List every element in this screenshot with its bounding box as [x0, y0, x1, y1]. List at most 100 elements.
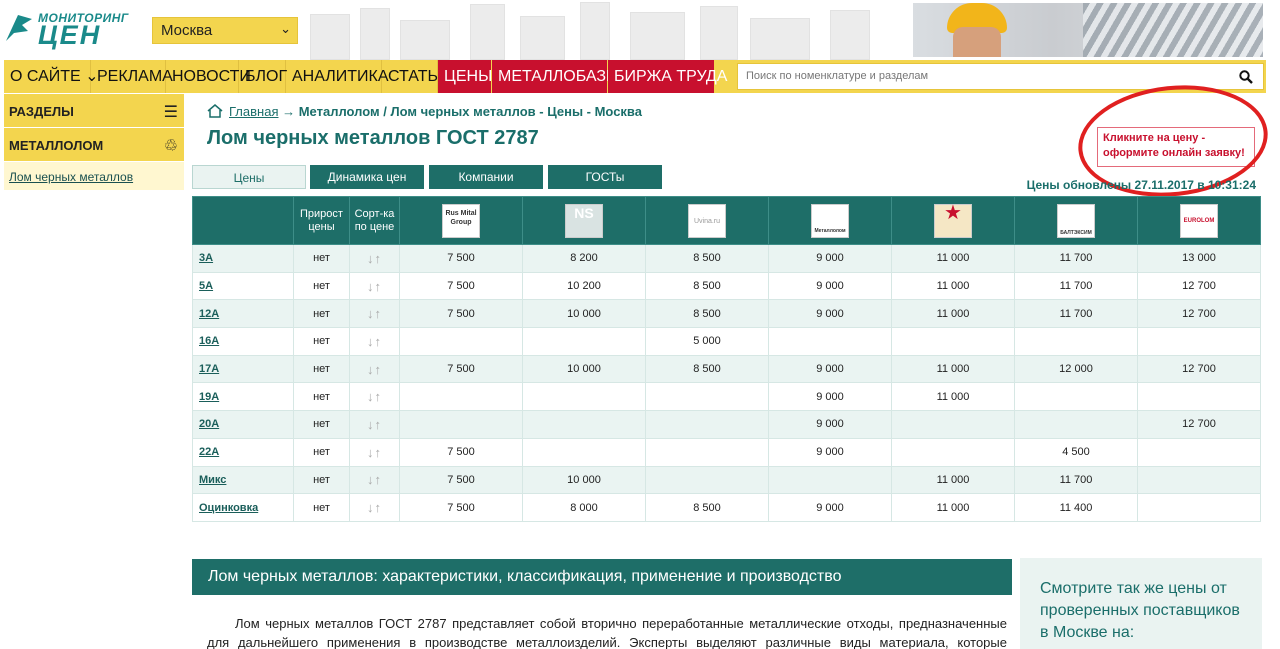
price-cell[interactable]: 11 000: [891, 244, 1015, 273]
tab-companies[interactable]: Компании: [429, 165, 543, 189]
price-cell[interactable]: 11 700: [1014, 299, 1138, 329]
price-cell[interactable]: 8 200: [522, 244, 646, 273]
price-cell[interactable]: 8 500: [645, 354, 769, 384]
price-cell[interactable]: [1137, 465, 1261, 495]
price-cell[interactable]: 7 500: [399, 299, 523, 329]
price-cell[interactable]: [891, 327, 1015, 356]
sidebar-item-ferrous-scrap[interactable]: Лом черных металлов: [4, 162, 184, 190]
tab-gosts[interactable]: ГОСТы: [548, 165, 662, 189]
price-cell[interactable]: 10 000: [522, 299, 646, 329]
price-cell[interactable]: 11 700: [1014, 465, 1138, 495]
price-cell[interactable]: 8 500: [645, 244, 769, 273]
price-cell[interactable]: 11 700: [1014, 244, 1138, 273]
price-cell[interactable]: 11 000: [891, 382, 1015, 412]
price-cell[interactable]: [522, 410, 646, 439]
city-select[interactable]: Москва ⌄: [152, 17, 298, 44]
price-cell[interactable]: 7 500: [399, 493, 523, 522]
price-cell[interactable]: 9 000: [768, 244, 892, 273]
sort-arrows-icon[interactable]: ↓↑: [349, 437, 400, 467]
price-cell[interactable]: [522, 437, 646, 467]
price-cell[interactable]: 10 000: [522, 354, 646, 384]
price-cell[interactable]: 12 700: [1137, 354, 1261, 384]
tab-prices[interactable]: Цены: [192, 165, 306, 189]
price-cell[interactable]: 8 000: [522, 493, 646, 522]
breadcrumb-home-link[interactable]: Главная: [229, 104, 278, 119]
grade-link[interactable]: 17А: [199, 363, 219, 375]
price-cell[interactable]: 12 700: [1137, 271, 1261, 301]
price-cell[interactable]: [1137, 327, 1261, 356]
company-logo[interactable]: Металлолом: [768, 196, 892, 245]
price-cell[interactable]: 11 400: [1014, 493, 1138, 522]
site-logo[interactable]: МОНИТОРИНГ ЦЕН: [4, 8, 146, 49]
price-cell[interactable]: 4 500: [1014, 437, 1138, 467]
header-sort[interactable]: Сорт-ка по цене: [349, 196, 400, 245]
sort-arrows-icon[interactable]: ↓↑: [349, 465, 400, 495]
grade-link[interactable]: Микс: [199, 474, 226, 486]
company-logo[interactable]: БАЛТЭКСИМ: [1014, 196, 1138, 245]
nav-item-blog[interactable]: БЛОГ: [239, 60, 287, 93]
sort-arrows-icon[interactable]: ↓↑: [349, 327, 400, 356]
price-cell[interactable]: [1014, 327, 1138, 356]
price-cell[interactable]: 7 500: [399, 271, 523, 301]
price-cell[interactable]: 12 700: [1137, 299, 1261, 329]
price-cell[interactable]: [399, 410, 523, 439]
company-logo[interactable]: Uvina.ru: [645, 196, 769, 245]
price-cell[interactable]: 11 000: [891, 271, 1015, 301]
nav-item-news[interactable]: НОВОСТИ: [166, 60, 251, 93]
price-cell[interactable]: 9 000: [768, 437, 892, 467]
price-cell[interactable]: 9 000: [768, 410, 892, 439]
price-cell[interactable]: [522, 327, 646, 356]
nav-item-articles[interactable]: СТАТЬИ: [382, 60, 449, 93]
price-cell[interactable]: 11 000: [891, 299, 1015, 329]
nav-item-prices[interactable]: ЦЕНЫ: [438, 60, 492, 93]
nav-item-analytics[interactable]: АНАЛИТИКА: [286, 60, 389, 93]
grade-link[interactable]: 20А: [199, 418, 219, 430]
price-cell[interactable]: [1137, 493, 1261, 522]
price-cell[interactable]: 9 000: [768, 299, 892, 329]
sort-arrows-icon[interactable]: ↓↑: [349, 354, 400, 384]
price-cell[interactable]: 13 000: [1137, 244, 1261, 273]
price-cell[interactable]: 10 000: [522, 465, 646, 495]
nav-item-about[interactable]: О САЙТЕ ⌄: [4, 60, 99, 93]
sort-arrows-icon[interactable]: ↓↑: [349, 382, 400, 412]
ad-banner[interactable]: [913, 3, 1263, 57]
price-cell[interactable]: [399, 382, 523, 412]
sort-arrows-icon[interactable]: ↓↑: [349, 271, 400, 301]
nav-item-job-exchange[interactable]: БИРЖА ТРУДА: [608, 60, 727, 93]
grade-link[interactable]: 22А: [199, 446, 219, 458]
price-cell[interactable]: [645, 410, 769, 439]
price-cell[interactable]: [1014, 382, 1138, 412]
price-cell[interactable]: 7 500: [399, 465, 523, 495]
price-cell[interactable]: 12 700: [1137, 410, 1261, 439]
price-cell[interactable]: 8 500: [645, 493, 769, 522]
price-cell[interactable]: 9 000: [768, 493, 892, 522]
company-logo[interactable]: Rus Mital Group: [399, 196, 523, 245]
grade-link[interactable]: 5А: [199, 280, 213, 292]
price-cell[interactable]: [645, 465, 769, 495]
price-cell[interactable]: 11 700: [1014, 271, 1138, 301]
sidebar-category-scrap[interactable]: МЕТАЛЛОЛОМ ♲: [4, 128, 184, 162]
price-cell[interactable]: [399, 327, 523, 356]
sort-arrows-icon[interactable]: ↓↑: [349, 493, 400, 522]
price-cell[interactable]: [1137, 437, 1261, 467]
price-cell[interactable]: 8 500: [645, 299, 769, 329]
price-cell[interactable]: 7 500: [399, 354, 523, 384]
nav-item-metal-bases[interactable]: МЕТАЛЛОБАЗЫ: [492, 60, 620, 93]
price-cell[interactable]: [768, 327, 892, 356]
price-cell[interactable]: [522, 382, 646, 412]
price-cell[interactable]: 5 000: [645, 327, 769, 356]
price-cell[interactable]: 9 000: [768, 354, 892, 384]
price-cell[interactable]: [891, 410, 1015, 439]
tab-price-dynamics[interactable]: Динамика цен: [310, 165, 424, 189]
price-cell[interactable]: 7 500: [399, 244, 523, 273]
price-cell[interactable]: [768, 465, 892, 495]
price-cell[interactable]: [1137, 382, 1261, 412]
grade-link[interactable]: 19А: [199, 391, 219, 403]
company-logo[interactable]: ★: [891, 196, 1015, 245]
search-icon[interactable]: [1239, 70, 1253, 84]
sort-arrows-icon[interactable]: ↓↑: [349, 410, 400, 439]
sort-arrows-icon[interactable]: ↓↑: [349, 244, 400, 273]
price-cell[interactable]: [645, 437, 769, 467]
price-cell[interactable]: 12 000: [1014, 354, 1138, 384]
price-cell[interactable]: 11 000: [891, 493, 1015, 522]
